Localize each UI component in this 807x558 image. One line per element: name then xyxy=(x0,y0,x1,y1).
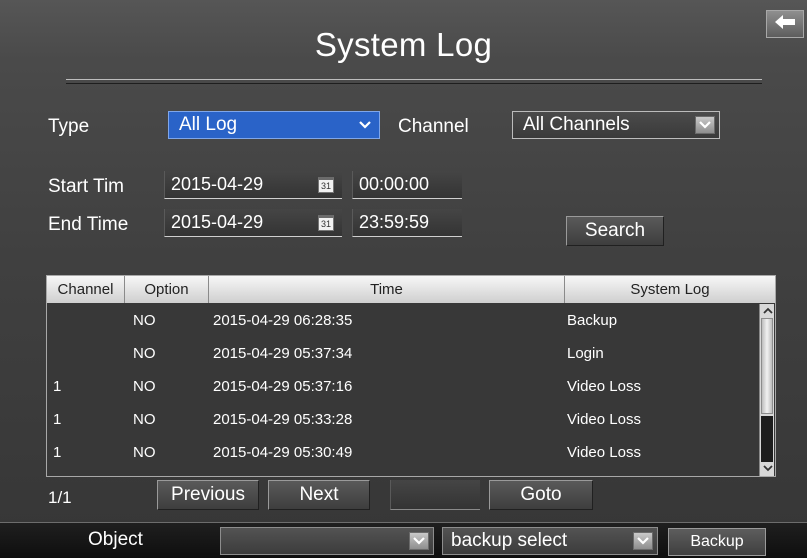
chevron-down-icon[interactable] xyxy=(409,532,429,550)
start-time-label: Start Tim xyxy=(48,176,125,197)
backup-select-value: backup select xyxy=(451,530,568,551)
chevron-down-icon[interactable] xyxy=(633,532,653,550)
scroll-track[interactable] xyxy=(761,416,773,462)
page-indicator: 1/1 xyxy=(48,488,72,507)
type-select-value: All Log xyxy=(179,114,238,135)
table-scrollbar[interactable] xyxy=(759,304,774,476)
column-header-time[interactable]: Time xyxy=(209,276,565,303)
chevron-down-icon[interactable] xyxy=(355,116,375,134)
scroll-up-icon[interactable] xyxy=(761,304,774,317)
cell-option: NO xyxy=(133,345,156,362)
title-divider xyxy=(66,79,762,84)
cell-system-log: Video Loss xyxy=(567,378,641,395)
cell-option: NO xyxy=(133,312,156,329)
cell-system-log: Video Loss xyxy=(567,411,641,428)
calendar-icon[interactable]: 31 xyxy=(318,215,334,231)
cell-system-log: Backup xyxy=(567,312,618,329)
table-row[interactable]: 1 NO 2015-04-29 05:37:16 Video Loss xyxy=(47,370,757,403)
channel-label: Channel xyxy=(398,116,469,137)
cell-option: NO xyxy=(133,444,156,461)
end-date-field[interactable]: 2015-04-29 31 xyxy=(164,209,342,237)
scroll-thumb[interactable] xyxy=(761,318,773,414)
cell-option: NO xyxy=(133,378,156,395)
goto-button[interactable]: Goto xyxy=(489,480,593,510)
end-time-label: End Time xyxy=(48,214,129,235)
cell-system-log: Video Loss xyxy=(567,444,641,461)
chevron-down-icon[interactable] xyxy=(695,116,715,134)
end-time-field[interactable]: 23:59:59 xyxy=(352,209,462,237)
type-select[interactable]: All Log xyxy=(168,111,380,139)
cell-time: 2015-04-29 05:37:34 xyxy=(213,345,353,362)
scroll-down-icon[interactable] xyxy=(761,462,774,475)
end-time-value: 23:59:59 xyxy=(359,212,430,232)
column-header-option[interactable]: Option xyxy=(125,276,209,303)
table-row[interactable]: 1 NO 2015-04-29 05:30:49 Video Loss xyxy=(47,436,757,469)
column-header-channel[interactable]: Channel xyxy=(47,276,125,303)
cell-time: 2015-04-29 05:37:16 xyxy=(213,378,353,395)
start-time-field[interactable]: 00:00:00 xyxy=(352,171,462,199)
column-header-system-log[interactable]: System Log xyxy=(565,276,775,303)
table-row[interactable]: NO 2015-04-29 05:37:34 Login xyxy=(47,337,757,370)
cell-time: 2015-04-29 05:30:49 xyxy=(213,444,353,461)
table-row[interactable]: 1 NO 2015-04-29 05:33:28 Video Loss xyxy=(47,403,757,436)
cell-system-log: Login xyxy=(567,345,604,362)
backup-button[interactable]: Backup xyxy=(668,528,766,556)
page-title: System Log xyxy=(314,26,493,63)
start-date-value: 2015-04-29 xyxy=(171,174,264,194)
cell-time: 2015-04-29 05:33:28 xyxy=(213,411,353,428)
cell-option: NO xyxy=(133,411,156,428)
object-label: Object xyxy=(88,529,143,550)
object-select[interactable] xyxy=(220,527,434,555)
start-time-value: 00:00:00 xyxy=(359,174,430,194)
backup-bar: Object backup select Backup xyxy=(0,522,807,558)
channel-select-value: All Channels xyxy=(523,114,630,135)
type-label: Type xyxy=(48,116,90,137)
search-button[interactable]: Search xyxy=(566,216,664,246)
cell-channel: 1 xyxy=(53,378,62,395)
goto-page-input[interactable] xyxy=(390,480,480,510)
end-date-value: 2015-04-29 xyxy=(171,212,264,232)
table-header: Channel Option Time System Log xyxy=(47,276,775,303)
table-row[interactable]: NO 2015-04-29 06:28:35 Backup xyxy=(47,304,757,337)
log-table: Channel Option Time System Log NO 2015-0… xyxy=(46,275,776,477)
calendar-icon[interactable]: 31 xyxy=(318,177,334,193)
backup-select[interactable]: backup select xyxy=(442,527,658,555)
next-button[interactable]: Next xyxy=(268,480,370,510)
cell-channel: 1 xyxy=(53,444,62,461)
start-date-field[interactable]: 2015-04-29 31 xyxy=(164,171,342,199)
previous-button[interactable]: Previous xyxy=(157,480,259,510)
cell-time: 2015-04-29 06:28:35 xyxy=(213,312,353,329)
system-log-window: System Log Type All Log Channel All Chan… xyxy=(0,0,807,558)
cell-channel: 1 xyxy=(53,411,62,428)
channel-select[interactable]: All Channels xyxy=(512,111,720,139)
